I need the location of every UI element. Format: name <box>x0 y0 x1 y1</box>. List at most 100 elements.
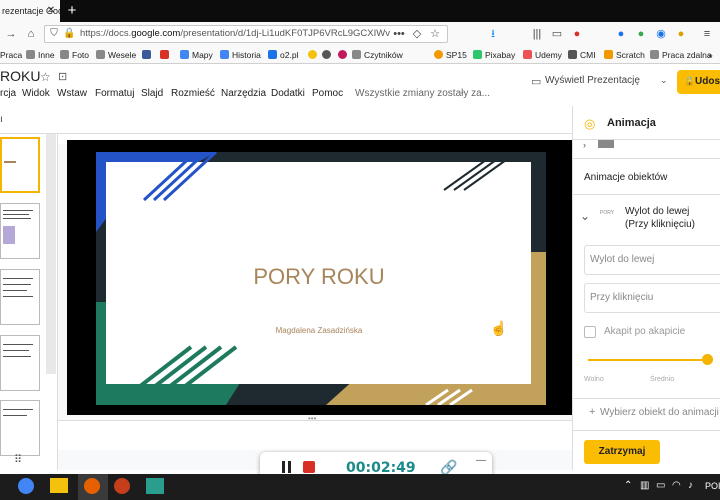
pause-icon[interactable] <box>288 461 291 473</box>
save-status[interactable]: Wszystkie zmiany zostały za... <box>355 88 490 99</box>
language-indicator[interactable]: POI <box>705 481 720 491</box>
present-button[interactable]: Wyświetl Prezentację <box>545 75 640 86</box>
url-text[interactable]: https://docs.google.com/presentation/d/1… <box>80 25 390 43</box>
minimize-icon[interactable]: — <box>476 455 486 466</box>
slide-thumbnail[interactable] <box>0 269 40 325</box>
star-icon[interactable]: ☆ <box>428 25 442 43</box>
paragraph-label: Akapit po akapicie <box>604 326 686 337</box>
stop-record-icon[interactable] <box>303 461 315 473</box>
tray-chevron-icon[interactable]: ⌃ <box>624 480 632 491</box>
messenger-icon[interactable]: ● <box>614 25 628 43</box>
slide-thumbnail[interactable] <box>0 203 40 259</box>
slide-title[interactable]: PORY ROKU <box>253 264 384 289</box>
folder-icon <box>650 50 659 59</box>
speed-medium-label: Średnio <box>650 376 675 383</box>
menu-format[interactable]: Formatuj <box>95 88 134 99</box>
firefox-icon[interactable] <box>84 478 100 494</box>
grid-view-icon[interactable]: ⠿ <box>14 453 22 466</box>
bookmark-item[interactable]: Inne <box>26 46 55 64</box>
extension-icon[interactable]: ● <box>674 25 688 43</box>
bookmark-item[interactable]: Udemy <box>523 46 562 64</box>
effect-select[interactable]: Wylot do lewej <box>584 245 720 275</box>
bookmark-item[interactable]: Czytników <box>352 46 403 64</box>
slide-thumbnail[interactable] <box>0 335 40 391</box>
sidebar-icon[interactable]: ▭ <box>550 25 564 43</box>
powerpoint-icon[interactable] <box>114 478 130 494</box>
folder-icon <box>60 50 69 59</box>
shield-icon[interactable]: ⛉ <box>48 25 60 43</box>
menu-addons[interactable]: Dodatki <box>271 88 305 99</box>
chevron-down-icon[interactable]: ⌄ <box>660 75 668 86</box>
close-icon[interactable]: ✕ <box>44 0 58 22</box>
add-animation-button[interactable]: Wybierz obiekt do animacji <box>600 407 719 418</box>
bookmark-item[interactable]: Praca <box>0 46 22 64</box>
menu-view[interactable]: Widok <box>22 88 50 99</box>
bookmark-extra[interactable] <box>338 46 350 64</box>
extension-icon[interactable]: ◉ <box>654 25 668 43</box>
bookmark-item[interactable]: Wesele <box>96 46 136 64</box>
network-icon[interactable]: ▥ <box>640 480 649 491</box>
extension-icon[interactable]: ● <box>570 25 584 43</box>
volume-icon[interactable]: ♪ <box>688 480 693 491</box>
o2-icon <box>268 50 277 59</box>
menu-help[interactable]: Pomoc <box>312 88 343 99</box>
panel-title: Animacja <box>607 117 656 129</box>
star-icon[interactable]: ☆ <box>40 70 51 84</box>
slide-thumbnail[interactable] <box>0 137 40 193</box>
bookmark-item[interactable]: Historia <box>220 46 261 64</box>
forward-icon[interactable]: → <box>4 25 18 43</box>
trigger-select[interactable]: Przy kliknięciu <box>584 283 720 313</box>
slide-transition-icon[interactable] <box>598 140 614 148</box>
menu-edit[interactable]: rcja <box>0 88 16 99</box>
filmstrip-scrollbar[interactable] <box>46 134 56 374</box>
pocket-icon[interactable]: ◇ <box>410 25 424 43</box>
menu-slide[interactable]: Slajd <box>141 88 163 99</box>
bookmark-item[interactable]: CMI <box>568 46 596 64</box>
add-icon[interactable]: + <box>589 406 595 418</box>
bookmark-extra[interactable] <box>308 46 320 64</box>
paragraph-checkbox[interactable] <box>584 326 596 338</box>
bookmark-item[interactable]: o2.pl <box>268 46 298 64</box>
resize-handle-icon[interactable]: ••• <box>308 414 316 423</box>
bookmark-extra[interactable] <box>322 46 334 64</box>
taskbar <box>0 474 720 500</box>
slide[interactable]: PORY ROKU Magdalena Zasadzińska <box>96 152 546 405</box>
document-title[interactable]: ROKU <box>0 68 40 84</box>
download-icon[interactable]: ⭳ <box>486 25 500 43</box>
bookmarks-overflow-icon[interactable]: » <box>708 46 713 64</box>
slide-author[interactable]: Magdalena Zasadzińska <box>276 326 363 335</box>
library-icon[interactable]: ||| <box>530 25 544 43</box>
stop-button[interactable]: Zatrzymaj <box>584 440 660 464</box>
speed-slider-knob[interactable] <box>701 354 713 365</box>
menu-icon[interactable]: ≡ <box>700 25 714 43</box>
chrome-icon[interactable] <box>18 478 34 494</box>
bookmark-gmail[interactable] <box>160 46 172 64</box>
speaker-notes[interactable] <box>58 420 572 450</box>
bookmark-item[interactable]: Pixabay <box>473 46 515 64</box>
chevron-right-icon[interactable]: › <box>583 140 586 150</box>
recorder-app-icon[interactable] <box>146 478 164 494</box>
bookmark-item[interactable]: Scratch <box>604 46 645 64</box>
cursor-icon: ☝ <box>490 320 508 336</box>
menu-tools[interactable]: Narzędzia <box>221 88 266 99</box>
more-icon[interactable]: ••• <box>392 25 406 43</box>
slide-thumbnail[interactable] <box>0 400 40 456</box>
toolbar-fragment-icon[interactable]: ı <box>0 114 3 125</box>
chevron-down-icon[interactable]: ⌄ <box>580 209 590 223</box>
menu-insert[interactable]: Wstaw <box>57 88 87 99</box>
battery-icon[interactable]: ▭ <box>656 480 665 491</box>
scratch-icon <box>604 50 613 59</box>
explorer-icon[interactable] <box>50 478 68 493</box>
wifi-icon[interactable]: ◠ <box>672 480 681 491</box>
menu-arrange[interactable]: Rozmieść <box>171 88 215 99</box>
bookmark-item[interactable]: Mapy <box>180 46 213 64</box>
new-tab-icon[interactable]: + <box>64 0 80 22</box>
extension-icon[interactable]: ● <box>634 25 648 43</box>
bookmark-item[interactable]: SP15 <box>434 46 467 64</box>
bookmark-item[interactable]: Praca zdalna <box>650 46 712 64</box>
pause-icon[interactable] <box>282 461 285 473</box>
bookmark-facebook[interactable] <box>142 46 154 64</box>
move-folder-icon[interactable]: ⊡ <box>58 70 67 83</box>
bookmark-item[interactable]: Foto <box>60 46 89 64</box>
home-icon[interactable]: ⌂ <box>24 25 38 43</box>
